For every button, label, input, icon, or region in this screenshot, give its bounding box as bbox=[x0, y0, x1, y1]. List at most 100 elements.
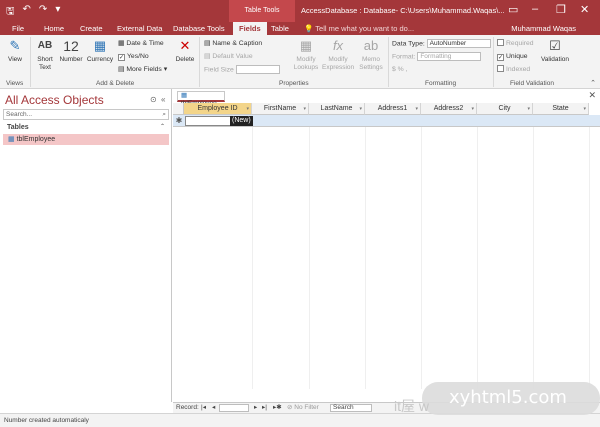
title-bar: 🖫 ↶ ↷ ▾ Table Tools AccessDatabase : Dat… bbox=[0, 0, 600, 22]
sort-arrow-icon[interactable]: ▾ bbox=[583, 103, 586, 115]
grid-line bbox=[477, 127, 478, 389]
navigation-pane: All Access Objects ⊙ « Search... ⌕ Table… bbox=[0, 89, 172, 402]
record-search-input[interactable]: Search bbox=[330, 404, 372, 412]
grid-line bbox=[421, 127, 422, 389]
yes-no-button[interactable]: ✓ Yes/No bbox=[118, 52, 149, 62]
default-value-button[interactable]: ▤ Default Value bbox=[204, 52, 253, 62]
tab-database-tools[interactable]: Database Tools bbox=[167, 22, 231, 35]
field-size-field[interactable]: Field Size bbox=[204, 65, 280, 75]
tab-external-data[interactable]: External Data bbox=[111, 22, 168, 35]
save-icon[interactable]: 🖫 bbox=[6, 4, 15, 21]
tab-table[interactable]: Table bbox=[265, 22, 295, 35]
sort-arrow-icon[interactable]: ▾ bbox=[246, 103, 249, 115]
column-header-firstname[interactable]: FirstName ▾ bbox=[252, 103, 309, 115]
name-caption-icon: ▤ bbox=[204, 40, 211, 47]
format-field[interactable]: Format: Formatting bbox=[392, 52, 482, 62]
tab-fields[interactable]: Fields bbox=[233, 22, 267, 35]
restore-icon[interactable]: ❐ bbox=[556, 3, 566, 16]
sort-arrow-icon[interactable]: ▾ bbox=[415, 103, 418, 115]
collapse-ribbon-icon[interactable]: ⌃ bbox=[590, 79, 596, 87]
format-select[interactable]: Formatting bbox=[417, 52, 482, 61]
sort-arrow-icon[interactable]: ▾ bbox=[471, 103, 474, 115]
memo-settings-button[interactable]: ab Memo Settings bbox=[356, 38, 386, 72]
separator bbox=[388, 37, 389, 87]
minimize-icon[interactable]: – bbox=[532, 3, 538, 15]
column-header-address2[interactable]: Address2 ▾ bbox=[421, 103, 477, 115]
new-record-icon[interactable]: ▸✱ bbox=[273, 403, 282, 413]
column-header-state[interactable]: State ▾ bbox=[533, 103, 589, 115]
memo-icon: ab bbox=[363, 38, 379, 53]
redo-icon[interactable]: ↷ bbox=[39, 4, 47, 21]
first-record-icon[interactable]: |◂ bbox=[201, 403, 206, 413]
select-all-cell[interactable] bbox=[173, 103, 184, 115]
last-record-icon[interactable]: ▸| bbox=[262, 403, 267, 413]
close-document-icon[interactable]: ✕ bbox=[588, 90, 596, 101]
nav-section-tables[interactable]: Tables ⌃ bbox=[3, 122, 169, 133]
checkbox-checked-icon: ✓ bbox=[497, 54, 504, 61]
checkbox-icon: ✓ bbox=[118, 54, 125, 61]
group-formatting-label: Formatting bbox=[425, 80, 457, 87]
window-title: AccessDatabase : Database- C:\Users\Muha… bbox=[301, 6, 505, 15]
number-format-buttons[interactable]: $ % , bbox=[392, 65, 408, 75]
data-type-field[interactable]: Data Type: AutoNumber bbox=[392, 39, 491, 49]
nav-item-tblemployee[interactable]: ▦ tblEmployee bbox=[3, 134, 169, 145]
column-header-lastname[interactable]: LastName ▾ bbox=[309, 103, 365, 115]
modify-lookups-icon: ▦ bbox=[299, 38, 313, 53]
sort-arrow-icon[interactable]: ▾ bbox=[303, 103, 306, 115]
unique-checkbox[interactable]: ✓ Unique bbox=[497, 52, 528, 62]
sort-arrow-icon[interactable]: ▾ bbox=[527, 103, 530, 115]
checkbox-icon bbox=[497, 65, 504, 72]
document-area: ▦ tblEmployee ✕ Employee ID▾ FirstName▾ … bbox=[173, 89, 600, 402]
tab-create[interactable]: Create bbox=[74, 22, 109, 35]
shutter-bar-icon[interactable]: « bbox=[161, 95, 165, 104]
collapse-section-icon[interactable]: ⌃ bbox=[160, 122, 165, 133]
short-text-button[interactable]: AB Short Text bbox=[34, 38, 56, 72]
indexed-checkbox[interactable]: Indexed bbox=[497, 65, 530, 75]
filter-icon: ⊘ bbox=[287, 404, 293, 411]
table-icon: ▦ bbox=[181, 92, 188, 99]
currency-button[interactable]: ▦ Currency bbox=[86, 38, 114, 64]
sort-arrow-icon[interactable]: ▾ bbox=[359, 103, 362, 115]
modify-expression-button[interactable]: fx Modify Expression bbox=[322, 38, 354, 72]
nav-menu-icon[interactable]: ⊙ bbox=[150, 95, 157, 104]
column-header-address1[interactable]: Address1 ▾ bbox=[365, 103, 421, 115]
data-type-select[interactable]: AutoNumber bbox=[426, 39, 491, 48]
date-time-button[interactable]: ▦ Date & Time bbox=[118, 39, 164, 49]
checkbox-icon bbox=[497, 39, 504, 46]
nav-pane-title[interactable]: All Access Objects bbox=[5, 93, 104, 107]
more-fields-button[interactable]: ▤ More Fields ▾ bbox=[118, 65, 167, 75]
current-record-input[interactable] bbox=[219, 404, 249, 412]
previous-record-icon[interactable]: ◂ bbox=[212, 403, 215, 413]
tab-file[interactable]: File bbox=[6, 22, 30, 35]
customize-qat-icon[interactable]: ▾ bbox=[55, 4, 60, 21]
name-caption-button[interactable]: ▤ Name & Caption bbox=[204, 39, 262, 49]
separator bbox=[30, 37, 31, 87]
column-header-city[interactable]: City ▾ bbox=[477, 103, 533, 115]
delete-button[interactable]: ✕ Delete bbox=[174, 38, 196, 64]
tab-home[interactable]: Home bbox=[38, 22, 70, 35]
validation-icon: ☑ bbox=[549, 38, 561, 53]
separator bbox=[493, 37, 494, 87]
tell-me-input[interactable]: 💡 Tell me what you want to do... bbox=[304, 22, 414, 35]
nav-search-input[interactable]: Search... ⌕ bbox=[3, 109, 169, 120]
function-icon: fx bbox=[332, 38, 344, 53]
number-button[interactable]: 12 Number bbox=[58, 38, 84, 64]
ribbon-display-icon[interactable]: ▭ bbox=[508, 3, 518, 16]
validation-button[interactable]: ☑ Validation bbox=[540, 38, 570, 64]
required-checkbox[interactable]: Required bbox=[497, 39, 534, 49]
undo-icon[interactable]: ↶ bbox=[23, 4, 31, 21]
user-name[interactable]: Muhammad Waqas bbox=[511, 22, 576, 35]
record-label: Record: bbox=[176, 404, 199, 411]
status-text: Number created automaticaly bbox=[4, 417, 89, 424]
next-record-icon[interactable]: ▸ bbox=[254, 403, 257, 413]
field-size-input[interactable] bbox=[235, 65, 280, 74]
close-window-icon[interactable]: ✕ bbox=[580, 3, 589, 16]
column-header-employee-id[interactable]: Employee ID ▾ bbox=[184, 103, 252, 115]
view-button[interactable]: ✎ View bbox=[4, 38, 26, 64]
watermark-text: xyhtml5.com bbox=[449, 387, 567, 408]
no-filter-button[interactable]: ⊘ No Filter bbox=[287, 403, 319, 413]
modify-lookups-button[interactable]: ▦ Modify Lookups bbox=[292, 38, 320, 72]
document-tab-tblemployee[interactable]: ▦ tblEmployee bbox=[177, 91, 225, 107]
grid-line bbox=[533, 127, 534, 389]
group-views-label: Views bbox=[6, 80, 24, 87]
